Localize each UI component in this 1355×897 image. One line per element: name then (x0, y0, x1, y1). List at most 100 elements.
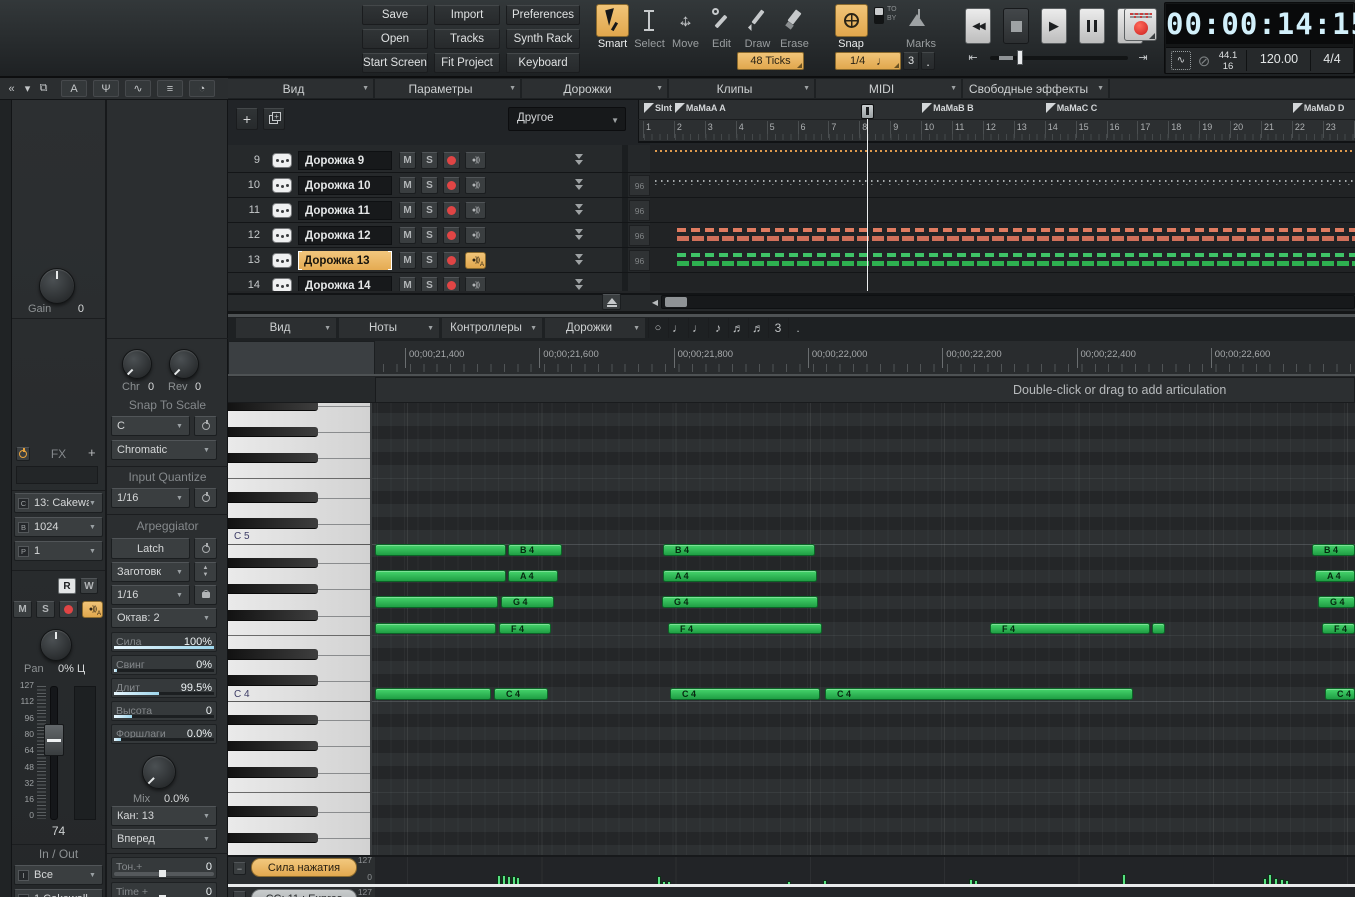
prv-menu-Дорожки[interactable]: Дорожки▼ (545, 318, 645, 338)
expand-chevron-icon[interactable] (574, 179, 584, 191)
quantize-power-button[interactable] (194, 488, 217, 508)
black-key[interactable] (228, 453, 318, 464)
midi-note[interactable] (375, 544, 506, 556)
black-key[interactable] (228, 806, 318, 817)
note-grid[interactable]: B 4A 4G 4F 4C 4B 4A 4G 4F 4C 4C 4F 4B 4A… (372, 403, 1355, 855)
cc-collapse-button[interactable]: − (233, 891, 246, 897)
file-button-start-screen[interactable]: Start Screen (362, 53, 428, 73)
waveform-icon[interactable]: ∿ (125, 80, 151, 97)
file-button-fit-project[interactable]: Fit Project (434, 53, 500, 73)
track-name[interactable]: Дорожка 10 (298, 176, 392, 195)
eighth-note-icon[interactable]: ♪ (708, 318, 727, 338)
snap-triplet-button[interactable]: 3 (903, 52, 919, 70)
stop-button[interactable] (1003, 8, 1029, 44)
dotted-icon[interactable]: . (788, 318, 807, 338)
velocity-bar[interactable] (1268, 874, 1272, 884)
marker-flag-icon[interactable] (922, 103, 932, 113)
clip-notes-orange[interactable] (655, 150, 1355, 152)
midi-note[interactable]: A 4 (1315, 570, 1355, 582)
rewind-button[interactable]: ◀◀ (965, 8, 991, 44)
whole-note-icon[interactable]: ○ (648, 318, 667, 338)
arm-button[interactable] (443, 177, 460, 194)
inspector-mute-button[interactable]: M (13, 601, 32, 618)
track-name[interactable]: Дорожка 12 (298, 226, 392, 245)
expand-chevron-icon[interactable] (574, 279, 584, 291)
arp-preset-dropdown[interactable]: Заготовк▼ (111, 562, 190, 582)
velocity-bar[interactable] (502, 875, 506, 884)
mix-knob[interactable] (142, 755, 176, 789)
arp-rate-dropdown[interactable]: 1/16▼ (111, 585, 190, 605)
midi-note[interactable] (375, 596, 498, 608)
volume-fader-handle[interactable] (44, 724, 64, 756)
arp-preset-spinner[interactable]: ▲▼ (194, 562, 217, 582)
midi-note[interactable]: C 4 (670, 688, 820, 700)
arp-power-button[interactable] (194, 538, 217, 559)
duplicate-track-button[interactable]: + (263, 108, 285, 130)
scroll-left-button[interactable]: ◀ (650, 296, 660, 308)
add-track-button[interactable]: + (236, 108, 258, 130)
arp-direction-dropdown[interactable]: Вперед▼ (111, 829, 217, 849)
menu-Дорожки[interactable]: Дорожки▼ (522, 79, 667, 98)
collapse-lanes-button[interactable] (602, 294, 621, 310)
ticks-value-button[interactable]: 48 Ticks (737, 52, 804, 70)
arp-slider-5[interactable]: Форшлаги0.0% (111, 724, 217, 744)
arm-button[interactable] (443, 202, 460, 219)
expand-chevron-icon[interactable] (574, 254, 584, 266)
black-key[interactable] (228, 833, 318, 844)
file-button-tracks[interactable]: Tracks (434, 29, 500, 49)
midi-note[interactable]: F 4 (668, 623, 822, 635)
mute-button[interactable]: M (399, 152, 416, 169)
menu-icon[interactable]: ≡ (157, 80, 183, 97)
dropdown-icon[interactable]: ▾ (20, 80, 35, 97)
midi-note[interactable]: A 4 (508, 570, 558, 582)
h-scrollbar-track[interactable] (661, 295, 1355, 309)
velocity-bar[interactable] (507, 876, 511, 884)
midi-note[interactable]: C 4 (825, 688, 1133, 700)
input-echo-button[interactable]: ●))) (465, 227, 486, 244)
track-name-selected[interactable]: Дорожка 13 (298, 251, 392, 270)
tool-select-button[interactable] (633, 4, 666, 37)
midi-note[interactable]: G 4 (662, 596, 818, 608)
meter-display[interactable]: 4/4 (1312, 52, 1352, 70)
marker-flag-icon[interactable] (1293, 103, 1303, 113)
black-key[interactable] (228, 403, 318, 411)
black-key[interactable] (228, 715, 318, 726)
read-automation-button[interactable]: R (58, 578, 76, 594)
file-button-preferences[interactable]: Preferences (506, 5, 580, 25)
clip-notes-gray[interactable] (655, 180, 1355, 182)
file-button-open[interactable]: Open (362, 29, 428, 49)
track-name[interactable]: Дорожка 9 (298, 151, 392, 170)
clock-icon[interactable]: ◔ (189, 80, 215, 97)
arm-button[interactable] (443, 152, 460, 169)
midi-note[interactable]: F 4 (1322, 623, 1355, 635)
expand-chevron-icon[interactable] (574, 204, 584, 216)
prv-menu-Вид[interactable]: Вид▼ (236, 318, 336, 338)
input-echo-button[interactable]: ●))) (465, 152, 486, 169)
tool-erase-button[interactable] (778, 4, 811, 37)
inspector-echo-button[interactable]: ●)))A (82, 601, 103, 618)
pause-button[interactable] (1079, 8, 1105, 44)
pan-knob[interactable] (40, 629, 72, 661)
tool-edit-button[interactable] (705, 4, 738, 37)
inspector-solo-button[interactable]: S (36, 601, 55, 618)
input-echo-button[interactable]: ●))) (465, 202, 486, 219)
velocity-lane-label[interactable]: Сила нажатия (251, 858, 357, 877)
expand-chevron-icon[interactable] (574, 229, 584, 241)
gain-knob[interactable] (39, 268, 75, 304)
menu-MIDI[interactable]: MIDI▼ (816, 79, 961, 98)
cc-grid[interactable] (375, 887, 1355, 897)
marks-button[interactable] (905, 6, 933, 32)
piano-keyboard[interactable]: C 5C 4 (228, 403, 372, 855)
menu-Клипы[interactable]: Клипы▼ (669, 79, 814, 98)
font-a-icon[interactable]: A (61, 80, 87, 97)
midi-note[interactable] (375, 570, 506, 582)
file-button-save[interactable]: Save (362, 5, 428, 25)
snap-value-button[interactable]: 1/4♩ (835, 52, 901, 70)
marker-flag-icon[interactable] (675, 103, 685, 113)
tool-draw-button[interactable] (741, 4, 774, 37)
fx-bin[interactable] (16, 466, 98, 484)
input-echo-button[interactable]: ●)))A (465, 252, 486, 269)
triplet-icon[interactable]: 3 (768, 318, 787, 338)
pitch-slider-2[interactable]: Time +0 (111, 882, 217, 897)
track-name[interactable]: Дорожка 14 (298, 276, 392, 291)
